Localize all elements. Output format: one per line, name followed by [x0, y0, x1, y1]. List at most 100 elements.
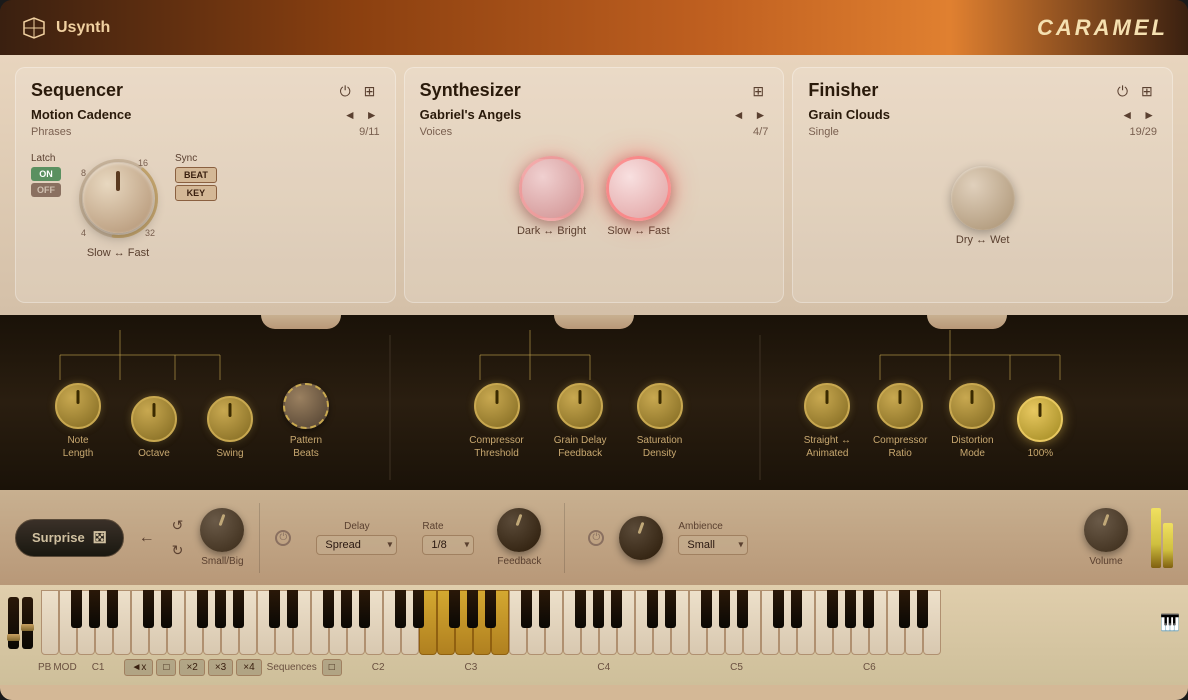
macro-knob-saturation[interactable] [637, 383, 683, 429]
latch-label: Latch [31, 153, 61, 164]
volume-knob[interactable] [1084, 508, 1128, 552]
seq-btn-x4[interactable]: ×4 [236, 659, 261, 676]
finisher-icons: ⏻ ⊞ [1117, 83, 1157, 99]
black-key-33[interactable] [647, 590, 658, 628]
feedback-knob[interactable] [497, 508, 541, 552]
black-key-12[interactable] [269, 590, 280, 628]
black-key-2[interactable] [89, 590, 100, 628]
sequencer-preset-type: Phrases [31, 126, 71, 138]
sequencer-main-knob[interactable] [83, 163, 153, 233]
finisher-dry-wet-knob[interactable] [951, 166, 1015, 230]
keyboard-label-row: PB MOD C1 ◄x □ ×2 ×3 ×4 Sequences □ C2 C… [8, 659, 1180, 676]
sequencer-next-btn[interactable]: ► [364, 108, 380, 122]
c6-label: C6 [863, 662, 876, 673]
black-key-9[interactable] [215, 590, 226, 628]
seq-btn-back[interactable]: ◄x [124, 659, 153, 676]
black-key-31[interactable] [611, 590, 622, 628]
black-key-38[interactable] [737, 590, 748, 628]
sequencer-prev-btn[interactable]: ◄ [342, 108, 358, 122]
black-key-47[interactable] [899, 590, 910, 628]
latch-on-button[interactable]: ON [31, 167, 61, 181]
synth-knob-dark-bright[interactable] [519, 156, 584, 221]
seq-btn-extra[interactable]: □ [322, 659, 342, 676]
synth-knob-slow-fast[interactable] [606, 156, 671, 221]
black-key-5[interactable] [143, 590, 154, 628]
redo-button[interactable]: ↻ [170, 540, 186, 561]
macro-knob-pattern-beats[interactable] [283, 383, 329, 429]
black-key-3[interactable] [107, 590, 118, 628]
macro-knob-distortion[interactable] [949, 383, 995, 429]
finisher-power-icon[interactable]: ⏻ [1117, 83, 1133, 99]
black-key-1[interactable] [71, 590, 82, 628]
black-key-36[interactable] [701, 590, 712, 628]
divider-2 [564, 503, 565, 573]
black-key-15[interactable] [323, 590, 334, 628]
synthesizer-grid-icon[interactable]: ⊞ [752, 83, 768, 99]
macro-knob-note-length[interactable] [55, 383, 101, 429]
ambience-knob[interactable] [619, 516, 663, 560]
black-key-45[interactable] [863, 590, 874, 628]
macro-label-saturation: SaturationDensity [637, 434, 683, 460]
macro-knob-octave[interactable] [131, 396, 177, 442]
macro-knob-swing[interactable] [207, 396, 253, 442]
c5-label: C5 [730, 662, 743, 673]
mod-slider[interactable] [22, 597, 33, 649]
sequencer-grid-icon[interactable]: ⊞ [364, 83, 380, 99]
black-key-30[interactable] [593, 590, 604, 628]
synthesizer-next-btn[interactable]: ► [752, 108, 768, 122]
black-key-13[interactable] [287, 590, 298, 628]
macro-knob-comp-ratio[interactable] [877, 383, 923, 429]
sync-beat-button[interactable]: BEAT [175, 167, 217, 183]
latch-off-button[interactable]: OFF [31, 183, 61, 197]
sequencer-power-icon[interactable]: ⏻ [340, 83, 356, 99]
surprise-button[interactable]: Surprise ⚄ [15, 519, 124, 557]
black-key-17[interactable] [359, 590, 370, 628]
pb-slider[interactable] [8, 597, 19, 649]
sequencer-title: Sequencer [31, 80, 123, 101]
macro-knob-100pct[interactable] [1017, 396, 1063, 442]
delay-select[interactable]: Spread Ping Pong Simple [316, 535, 397, 555]
black-key-43[interactable] [827, 590, 838, 628]
ambience-select[interactable]: Small Medium Large Hall [678, 535, 748, 555]
small-big-knob[interactable] [200, 508, 244, 552]
rate-select[interactable]: 1/8 1/4 1/16 [422, 535, 474, 555]
dice-icon: ⚄ [93, 528, 107, 548]
synthesizer-prev-btn[interactable]: ◄ [731, 108, 747, 122]
white-key-1[interactable] [41, 590, 59, 655]
finisher-prev-btn[interactable]: ◄ [1119, 108, 1135, 122]
ambience-power-button[interactable]: ⏻ [588, 530, 604, 546]
black-key-22[interactable] [449, 590, 460, 628]
black-key-48[interactable] [917, 590, 928, 628]
black-key-16[interactable] [341, 590, 352, 628]
black-key-20[interactable] [413, 590, 424, 628]
black-key-19[interactable] [395, 590, 406, 628]
finisher-next-btn[interactable]: ► [1141, 108, 1157, 122]
black-key-41[interactable] [791, 590, 802, 628]
volume-meter-bar-2 [1163, 523, 1173, 568]
black-key-23[interactable] [467, 590, 478, 628]
black-key-24[interactable] [485, 590, 496, 628]
seq-btn-x2[interactable]: ×2 [179, 659, 204, 676]
black-key-40[interactable] [773, 590, 784, 628]
delay-power-button[interactable]: ⏻ [275, 530, 291, 546]
black-key-34[interactable] [665, 590, 676, 628]
black-key-8[interactable] [197, 590, 208, 628]
finisher-grid-icon[interactable]: ⊞ [1141, 83, 1157, 99]
black-key-37[interactable] [719, 590, 730, 628]
sync-buttons: BEAT KEY [175, 167, 217, 201]
seq-btn-loop[interactable]: □ [156, 659, 176, 676]
black-key-10[interactable] [233, 590, 244, 628]
seq-btn-x3[interactable]: ×3 [208, 659, 233, 676]
midi-icon[interactable]: 🎹 [1160, 613, 1180, 633]
undo-button[interactable]: ↺ [170, 515, 186, 536]
black-key-29[interactable] [575, 590, 586, 628]
sync-key-button[interactable]: KEY [175, 185, 217, 201]
undo-redo-controls: ↺ ↻ [170, 515, 186, 561]
macro-knob-comp-threshold[interactable] [474, 383, 520, 429]
black-key-44[interactable] [845, 590, 856, 628]
black-key-27[interactable] [539, 590, 550, 628]
macro-knob-straight-animated[interactable] [804, 383, 850, 429]
black-key-26[interactable] [521, 590, 532, 628]
black-key-6[interactable] [161, 590, 172, 628]
macro-knob-grain-delay[interactable] [557, 383, 603, 429]
